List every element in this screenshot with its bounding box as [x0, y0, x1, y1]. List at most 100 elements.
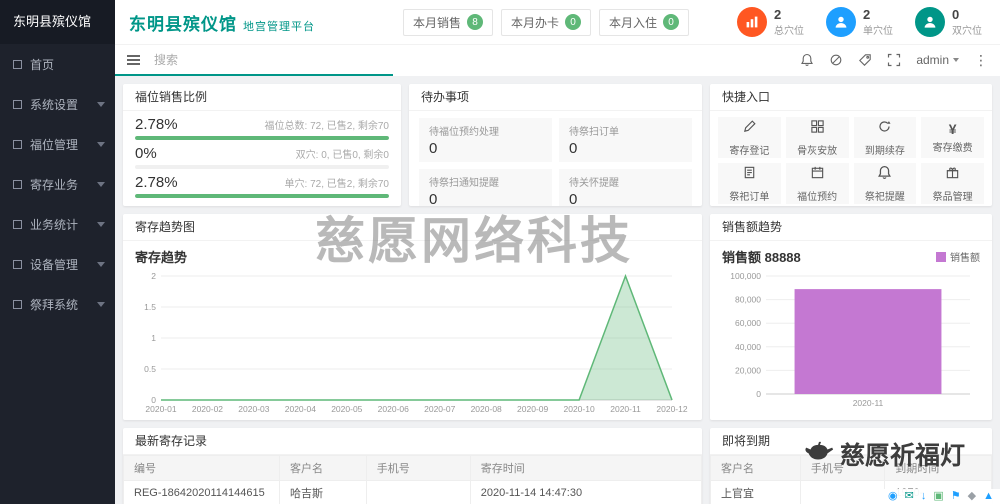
table-row: REG-18642020114144615 哈吉斯 2020-11-14 14:… [123, 480, 702, 504]
quick-storage-register[interactable]: 寄存登记 [718, 117, 781, 158]
sidebar-item-label: 祭拜系统 [30, 297, 79, 312]
sidebar-item-storage-business[interactable]: 寄存业务 [0, 164, 115, 204]
svg-text:2020-09: 2020-09 [517, 404, 548, 414]
sidebar-item-niche-management[interactable]: 福位管理 [0, 124, 115, 164]
browser-extension-icon[interactable]: ▲ [983, 491, 994, 502]
notification-bell-icon[interactable] [800, 53, 814, 67]
sidebar-item-home[interactable]: 首页 [0, 44, 115, 84]
progress-bar [135, 194, 389, 198]
svg-text:2020-05: 2020-05 [331, 404, 362, 414]
counter-text: 2 单穴位 [863, 7, 893, 38]
quick-sacrifice-order[interactable]: 祭祀订单 [718, 163, 781, 204]
dashboard-content: 福位销售比例 2.78% 福位总数: 72, 已售2, 剩余70 0% 双穴: … [115, 76, 1000, 504]
order-icon [742, 165, 757, 185]
ratio-row: 2.78% 福位总数: 72, 已售2, 剩余70 [135, 116, 389, 140]
toolbar: admin ⋮ [115, 44, 1000, 74]
column-header: 到期时间 [884, 455, 992, 481]
quick-sacrifice-reminder[interactable]: 祭祀提醒 [853, 163, 917, 204]
browser-flag-icon[interactable]: ⚑ [951, 491, 961, 502]
quick-label: 寄存缴费 [932, 142, 973, 154]
svg-text:1: 1 [151, 333, 156, 343]
sidebar-item-label: 寄存业务 [30, 177, 79, 192]
latest-records-card: 最新寄存记录 编号 客户名 手机号 寄存时间 REG-1864202011414… [123, 428, 702, 504]
monthly-sales-button[interactable]: 本月销售 8 [402, 8, 493, 36]
browser-extension-icon[interactable]: ✉ [905, 491, 914, 502]
svg-text:2020-03: 2020-03 [238, 404, 269, 414]
progress-bar [135, 136, 389, 140]
sidebar-item-business-statistics[interactable]: 业务统计 [0, 204, 115, 244]
sidebar-item-label: 福位管理 [30, 137, 79, 152]
todo-sacrifice-order[interactable]: 待祭扫订单 0 [559, 118, 692, 162]
more-menu-icon[interactable]: ⋮ [974, 53, 988, 67]
user-dropdown[interactable]: admin [916, 53, 959, 67]
chevron-down-icon [97, 141, 105, 147]
counter-label: 双穴位 [952, 26, 982, 38]
svg-text:1.5: 1.5 [144, 302, 156, 312]
storage-trend-body: 寄存趋势 0 0.5 1 1.5 2 2020-01 2020-02 2020-03 2020-… [123, 241, 702, 420]
brand-subtitle: 地宫管理平台 [243, 20, 315, 33]
browser-extension-icon[interactable]: ▣ [933, 491, 943, 502]
sidebar-item-label: 系统设置 [30, 97, 79, 112]
quick-ashes-placement[interactable]: 骨灰安放 [785, 117, 849, 158]
clear-cache-icon[interactable] [829, 53, 843, 67]
main-area: 东明县殡仪馆 地宫管理平台 本月销售 8 本月办卡 0 本月入住 0 2 总穴位… [115, 0, 1000, 504]
theme-tag-icon[interactable] [858, 53, 872, 67]
todo-niche-reservation[interactable]: 待福位预约处理 0 [419, 118, 552, 162]
fullscreen-icon[interactable] [887, 53, 901, 67]
table-header-row: 客户名 手机号 到期时间 [710, 455, 992, 481]
svg-text:2: 2 [151, 271, 156, 281]
legend-swatch [936, 251, 946, 262]
search-input[interactable] [154, 52, 344, 67]
quick-entry-card: 快捷入口 寄存登记 骨灰安放 到期续存 ¥ 寄存缴费 祭祀订单 福位预约 祭祀提… [710, 84, 992, 206]
svg-text:2020-04: 2020-04 [285, 404, 316, 414]
ratio-description: 双穴: 0, 已售0, 剩余0 [295, 150, 389, 161]
counter-total-plots: 2 总穴位 [737, 7, 804, 38]
monthly-sales-badge: 8 [466, 14, 483, 30]
niche-icon [13, 139, 22, 149]
quick-storage-payment[interactable]: ¥ 寄存缴费 [921, 117, 984, 158]
todo-card: 待办事项 待福位预约处理 0 待祭扫订单 0 待祭扫通知提醒 0 待关怀提醒 0 [409, 84, 702, 206]
quick-label: 寄存登记 [729, 145, 770, 157]
browser-extension-icon[interactable]: ◉ [888, 491, 898, 502]
app-title: 东明县殡仪馆 [0, 0, 115, 44]
browser-plugin-strip: ◉ ✉ ↓ ▣ ⚑ ◆ ▲ [882, 489, 1000, 504]
card-title: 福位销售比例 [123, 84, 401, 111]
todo-care-reminder[interactable]: 待关怀提醒 0 [559, 169, 692, 206]
todo-value: 0 [569, 140, 578, 157]
person-icon [915, 7, 945, 37]
monthly-card-badge: 0 [564, 14, 581, 30]
sidebar-item-device-management[interactable]: 设备管理 [0, 244, 115, 284]
sidebar-item-worship-system[interactable]: 祭拜系统 [0, 284, 115, 324]
monthly-card-button[interactable]: 本月办卡 0 [500, 8, 591, 36]
sales-trend-body: 销售额 88888 销售额 0 20,000 40,000 60,000 80,000 1… [710, 241, 992, 415]
quick-offering-management[interactable]: 祭品管理 [921, 163, 984, 204]
svg-text:2020-08: 2020-08 [471, 404, 502, 414]
browser-extension-icon[interactable]: ◆ [968, 491, 976, 502]
browser-download-icon[interactable]: ↓ [921, 491, 927, 502]
quick-niche-reservation[interactable]: 福位预约 [785, 163, 849, 204]
record-id-cell: REG-18642020114144615 [123, 480, 281, 504]
column-header: 手机号 [365, 455, 471, 481]
sidebar-item-system-settings[interactable]: 系统设置 [0, 84, 115, 124]
svg-text:2020-07: 2020-07 [424, 404, 455, 414]
table-header-row: 编号 客户名 手机号 寄存时间 [123, 455, 702, 481]
top-header: 东明县殡仪馆 地宫管理平台 本月销售 8 本月办卡 0 本月入住 0 2 总穴位… [115, 0, 1000, 44]
sidebar-item-label: 首页 [30, 57, 55, 72]
quick-renewal[interactable]: 到期续存 [853, 117, 917, 158]
svg-text:100,000: 100,000 [730, 271, 761, 281]
monthly-checkin-button[interactable]: 本月入住 0 [598, 8, 689, 36]
sidebar: 东明县殡仪馆 首页 系统设置 福位管理 寄存业务 业务统计 设备管理 祭拜系统 [0, 0, 115, 504]
counter-value: 2 [863, 6, 871, 22]
svg-text:80,000: 80,000 [735, 295, 761, 305]
chart-legend[interactable]: 销售额 [936, 249, 980, 264]
hamburger-menu-icon[interactable] [127, 54, 140, 65]
column-header: 手机号 [799, 455, 886, 481]
ratio-percent: 2.78% [135, 174, 178, 191]
worship-icon [13, 299, 22, 309]
quick-entry-body: 寄存登记 骨灰安放 到期续存 ¥ 寄存缴费 祭祀订单 福位预约 祭祀提醒 祭品管… [710, 111, 992, 206]
todo-sacrifice-notice[interactable]: 待祭扫通知提醒 0 [419, 169, 552, 206]
ratio-row: 2.78% 单穴: 72, 已售2, 剩余70 [135, 174, 389, 198]
card-title: 寄存趋势图 [123, 214, 702, 241]
ratio-percent: 0% [135, 145, 157, 162]
counter-label: 总穴位 [774, 26, 804, 38]
